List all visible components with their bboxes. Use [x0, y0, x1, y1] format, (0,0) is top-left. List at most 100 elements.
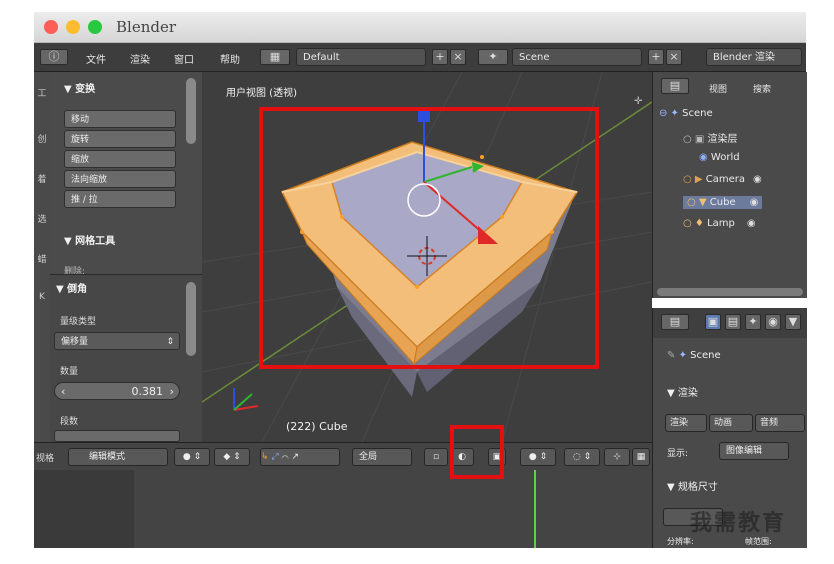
amount-type-select[interactable]: 偏移量 ⇕: [54, 332, 180, 350]
amount-type-value: 偏移量: [61, 337, 89, 347]
menu-window[interactable]: 窗口: [174, 51, 194, 66]
world-tab-icon[interactable]: ◉: [765, 314, 781, 330]
editor-type-info-icon[interactable]: ⓘ: [40, 49, 68, 65]
object-tab-icon[interactable]: ▼: [785, 314, 801, 330]
amount-field[interactable]: ‹ 0.381 ›: [54, 382, 180, 400]
window-title: Blender: [116, 18, 177, 36]
render-engine-select[interactable]: Blender 渲染: [706, 48, 802, 66]
remove-scene-button[interactable]: ×: [666, 49, 682, 65]
pin-icon[interactable]: ✎: [667, 350, 679, 361]
render-preview-button[interactable]: ▦: [632, 448, 650, 466]
highlight-occlude-button: [450, 425, 504, 479]
resolution-label: 分辨率:: [667, 537, 694, 546]
highlight-beveled-cube: [259, 107, 599, 369]
frame-range-label: 帧范围:: [745, 537, 772, 546]
current-frame-indicator[interactable]: [534, 470, 536, 548]
camera-visibility-icon[interactable]: ◉: [753, 174, 762, 185]
menu-file[interactable]: 文件: [86, 51, 106, 66]
outliner-scrollbar[interactable]: [657, 288, 803, 296]
outliner-item-camera[interactable]: ○ ▶ Camera ◉: [683, 174, 762, 185]
render-animation-button[interactable]: 动画: [709, 414, 753, 432]
outliner-item-lamp[interactable]: ○ ♦ Lamp ◉: [683, 218, 756, 229]
viewport-view-label: 用户视图 (透视): [226, 88, 297, 99]
toolshelf-scrollbar[interactable]: [186, 78, 196, 144]
render-layers-icon: ○ ▣: [683, 134, 708, 145]
menu-render[interactable]: 渲染: [130, 51, 150, 66]
transform-panel-header[interactable]: ▼ 变换: [64, 80, 95, 95]
outliner-search-menu[interactable]: 搜索: [753, 82, 771, 95]
outliner-item-render-layers[interactable]: ○ ▣ 渲染层: [683, 130, 738, 145]
transform-orientation-select[interactable]: 全局: [352, 448, 412, 466]
close-window-button[interactable]: [44, 20, 58, 34]
push-pull-button[interactable]: 推 / 拉: [64, 190, 176, 208]
updown-arrow-icon: ⇕: [166, 337, 174, 347]
mode-value: 编辑模式: [89, 452, 126, 462]
translate-button[interactable]: 移动: [64, 110, 176, 128]
lamp-visibility-icon[interactable]: ◉: [747, 218, 756, 229]
scene-field[interactable]: Scene: [512, 48, 642, 66]
minimize-window-button[interactable]: [66, 20, 80, 34]
tool-shelf: ▼ 变换 移动 旋转 缩放 法向缩放 推 / 拉 ▼ 网格工具 删除: ▼ 倒角…: [50, 72, 202, 443]
tab-grease[interactable]: 蜡: [36, 252, 48, 265]
outliner-item-scene[interactable]: ⊖ ✦ Scene: [659, 108, 713, 119]
menu-help[interactable]: 帮助: [220, 51, 240, 66]
render-panel-header[interactable]: ▼ 渲染: [667, 384, 698, 399]
redo-panel-scrollbar[interactable]: [186, 282, 196, 356]
amount-label: 数量: [60, 367, 79, 377]
dimensions-panel-header[interactable]: ▼ 规格尺寸: [667, 478, 718, 493]
bevel-panel-header[interactable]: ▼ 倒角: [56, 280, 87, 295]
view-menu[interactable]: 视格: [36, 451, 54, 464]
shrink-fatten-button[interactable]: 法向缩放: [64, 170, 176, 188]
context-scene-icon: ✦: [678, 350, 691, 361]
outliner-editor-icon[interactable]: ▤: [661, 78, 689, 94]
scene-icon[interactable]: ✦: [478, 49, 508, 65]
render-tab-icon[interactable]: ▣: [705, 314, 721, 330]
timeline-area[interactable]: [34, 470, 652, 548]
tab-shading[interactable]: 着: [36, 172, 48, 185]
tab-create[interactable]: 创: [36, 132, 48, 145]
outliner-view-menu[interactable]: 视图: [709, 82, 727, 95]
layout-field[interactable]: Default: [296, 48, 426, 66]
display-select[interactable]: 图像编辑: [719, 442, 789, 460]
proportional-edit-select[interactable]: ● ⇕: [520, 448, 556, 466]
render-image-button[interactable]: 渲染: [665, 414, 707, 432]
tab-options[interactable]: 选: [36, 212, 48, 225]
render-audio-button[interactable]: 音频: [755, 414, 805, 432]
tab-misc[interactable]: K: [36, 292, 48, 302]
mode-select[interactable]: 编辑模式: [68, 448, 168, 466]
decrement-arrow-icon[interactable]: ‹: [61, 383, 65, 401]
increment-arrow-icon[interactable]: ›: [170, 383, 174, 401]
scene-tab-icon[interactable]: ✦: [745, 314, 761, 330]
manipulator-toggles[interactable]: ↳ ⤢ ⌒ ↗: [260, 448, 340, 466]
snap-element-select[interactable]: ⊹: [604, 448, 630, 466]
amount-value: 0.381: [131, 385, 164, 398]
rotate-button[interactable]: 旋转: [64, 130, 176, 148]
segments-label: 段数: [60, 417, 79, 427]
add-scene-button[interactable]: +: [648, 49, 664, 65]
snap-toggle[interactable]: ◌ ⇕: [564, 448, 600, 466]
outliner-tree: ⊖ ✦ Scene ○ ▣ 渲染层 ◉ World ○ ▶ Camera ◉ ○ …: [652, 102, 807, 298]
outliner-item-cube[interactable]: ○ ▼ Cube ◉: [683, 196, 763, 209]
pivot-select[interactable]: ◆ ⇕: [214, 448, 250, 466]
scale-button[interactable]: 缩放: [64, 150, 176, 168]
display-label: 显示:: [667, 449, 689, 459]
zoom-window-button[interactable]: [88, 20, 102, 34]
toolshelf-tabs: 工 创 着 选 蜡 K: [34, 72, 51, 442]
segments-field[interactable]: [54, 430, 180, 442]
cube-visibility-icon[interactable]: ◉: [750, 197, 759, 208]
viewport-corner-widget-icon[interactable]: ✛: [634, 96, 643, 107]
amount-type-label: 量级类型: [60, 317, 97, 327]
cube-mesh-icon: ○ ▼: [687, 197, 710, 208]
properties-header: ▤ ▣ ▤ ✦ ◉ ▼: [652, 308, 807, 338]
viewport-object-label: (222) Cube: [286, 420, 348, 433]
outliner-item-world[interactable]: ◉ World: [699, 152, 740, 163]
properties-editor-icon[interactable]: ▤: [661, 314, 689, 330]
add-layout-button[interactable]: +: [432, 49, 448, 65]
screen-layout-icon[interactable]: ▦: [260, 49, 290, 65]
remove-layout-button[interactable]: ×: [450, 49, 466, 65]
shading-select[interactable]: ● ⇕: [174, 448, 210, 466]
mesh-tools-header[interactable]: ▼ 网格工具: [64, 232, 115, 247]
render-layer-tab-icon[interactable]: ▤: [725, 314, 741, 330]
tab-tools[interactable]: 工: [36, 86, 48, 99]
vertex-select-button[interactable]: ▫: [424, 448, 448, 466]
